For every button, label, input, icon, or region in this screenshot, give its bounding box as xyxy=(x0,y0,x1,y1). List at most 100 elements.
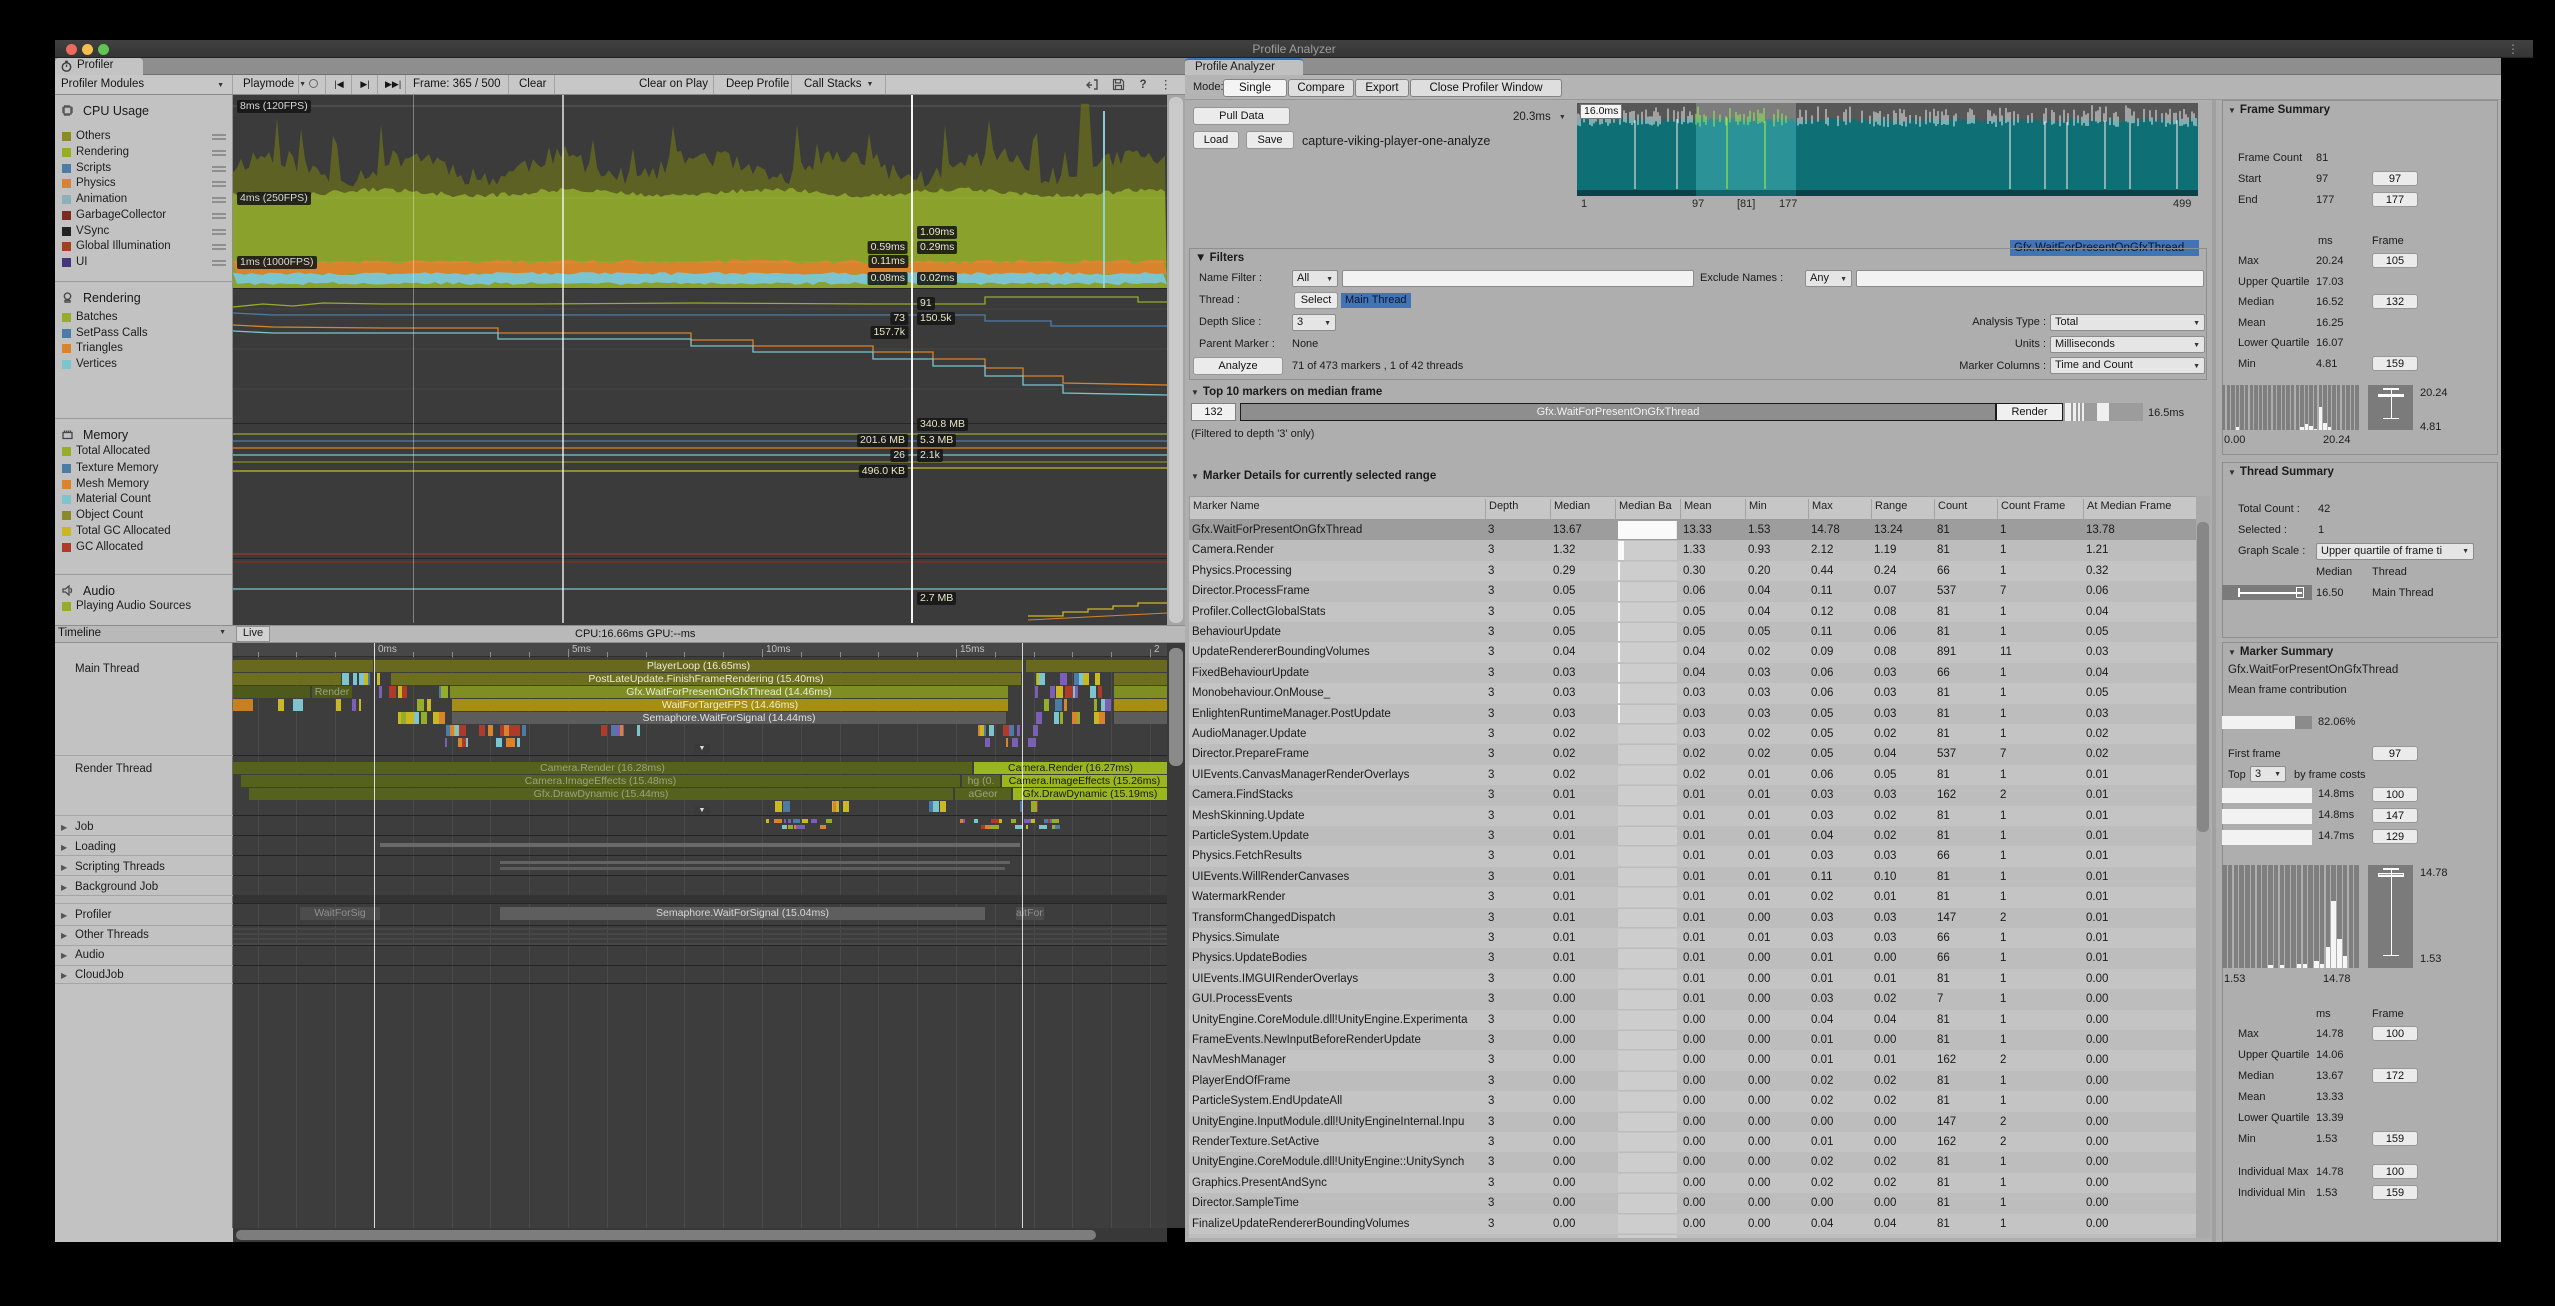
table-row[interactable]: FixedBehaviourUpdate30.030.040.030.060.0… xyxy=(1189,663,2205,683)
timeline-sliver[interactable] xyxy=(775,801,779,812)
timeline-sliver[interactable] xyxy=(522,725,526,736)
timeline-sliver[interactable] xyxy=(1024,819,1030,823)
timeline-sliver[interactable] xyxy=(843,801,849,812)
timeline-hscrollbar-thumb[interactable] xyxy=(236,1230,1096,1240)
table-row[interactable]: EnlightenRuntimeManager.PostUpdate30.030… xyxy=(1189,704,2205,724)
timeline-sliver[interactable] xyxy=(421,712,427,724)
table-row[interactable]: NavMeshManager30.000.000.000.010.0116220… xyxy=(1189,1050,2205,1070)
timeline-sliver[interactable] xyxy=(783,801,791,812)
marker-summary-header[interactable]: ▼Marker Summary xyxy=(2228,646,2333,658)
window-menu-kebab-icon[interactable]: ⋮ xyxy=(2507,42,2519,56)
timeline-hscrollbar[interactable] xyxy=(233,1228,1167,1242)
frame-info-frame-button[interactable]: 177 xyxy=(2372,192,2418,207)
clear-on-play-button[interactable]: Clear on Play xyxy=(633,75,714,94)
timeline-sliver[interactable] xyxy=(450,725,454,736)
marker-stat-frame-button[interactable]: 159 xyxy=(2372,1131,2418,1146)
timeline-bar[interactable]: aitForSi xyxy=(1016,907,1044,920)
table-row[interactable]: UnityEngine.CoreModule.dll!UnityEngine::… xyxy=(1189,1152,2205,1172)
table-row[interactable]: RenderTexture.SetActive30.000.000.000.01… xyxy=(1189,1132,2205,1152)
module-header-audio[interactable]: Audio xyxy=(59,583,229,600)
table-row[interactable]: Physics.UpdateBodies30.010.010.000.010.0… xyxy=(1189,948,2205,968)
analysis-type-dropdown[interactable]: Total▼ xyxy=(2050,314,2205,331)
timeline-sliver[interactable] xyxy=(479,725,485,736)
marker-table[interactable]: Gfx.WaitForPresentOnGfxThread313.6713.33… xyxy=(1189,520,2205,1238)
column-header-marker-name[interactable]: Marker Name xyxy=(1193,500,1483,512)
collapse-expander[interactable]: ▼ xyxy=(694,744,710,754)
name-filter-mode-dropdown[interactable]: All▼ xyxy=(1292,270,1338,287)
tab-profile-analyzer[interactable]: Profile Analyzer xyxy=(1185,58,1303,75)
timeline-sliver[interactable] xyxy=(991,819,999,823)
legend-item-vsync[interactable]: VSync xyxy=(55,224,233,239)
view-mode-dropdown[interactable]: Timeline ▼ xyxy=(58,627,230,639)
mode-export-button[interactable]: Export xyxy=(1355,79,1409,97)
timeline-bar[interactable]: WaitForSig xyxy=(300,907,380,920)
sidebar-thread-background-job[interactable]: ▶Background Job xyxy=(55,880,233,896)
timeline-sliver[interactable] xyxy=(1075,686,1078,698)
timeline-sliver[interactable] xyxy=(1050,686,1055,698)
timeline-sliver[interactable] xyxy=(989,725,995,736)
timeline-sliver[interactable] xyxy=(766,819,769,823)
table-row[interactable]: Camera.FindStacks30.010.010.010.030.0316… xyxy=(1189,785,2205,805)
column-header-at-median-frame[interactable]: At Median Frame xyxy=(2087,500,2200,512)
top10-header[interactable]: ▼Top 10 markers on median frame xyxy=(1191,386,1382,398)
load-button[interactable]: Load xyxy=(1193,131,1239,149)
call-stacks-dropdown[interactable]: Call Stacks▼ xyxy=(798,75,886,94)
table-row[interactable]: Gfx.WaitForPresentOnGfxThread313.6713.33… xyxy=(1189,520,2205,540)
table-row[interactable]: Graphics.PresentAndSync30.000.000.000.02… xyxy=(1189,1173,2205,1193)
timeline-sliver[interactable] xyxy=(1035,686,1038,698)
table-row[interactable]: Director.ProcessFrame30.050.060.040.110.… xyxy=(1189,581,2205,601)
column-header-median-ba[interactable]: Median Ba xyxy=(1619,500,1678,512)
timeline-sliver[interactable] xyxy=(389,686,396,698)
thread-filter-chip[interactable]: Main Thread xyxy=(1341,293,1411,308)
table-row[interactable]: Director.PrepareFrame30.020.020.020.050.… xyxy=(1189,744,2205,764)
table-row[interactable]: BehaviourUpdate30.050.050.050.110.068110… xyxy=(1189,622,2205,642)
timeline-bar[interactable]: PlayerLoop (16.65ms) xyxy=(375,660,1022,672)
column-header-max[interactable]: Max xyxy=(1812,500,1869,512)
timeline-sliver[interactable] xyxy=(414,712,419,724)
marker-stat-frame-button[interactable]: 159 xyxy=(2372,1185,2418,1200)
timeline-sliver[interactable] xyxy=(1031,801,1037,812)
timeline-scrollbar[interactable] xyxy=(1167,643,1185,1228)
legend-item-gc-allocated[interactable]: GC Allocated xyxy=(55,540,233,555)
timeline-sliver[interactable] xyxy=(833,801,836,812)
timeline-sliver[interactable] xyxy=(974,819,977,823)
timeline-sliver[interactable] xyxy=(1069,686,1073,698)
timeline-sliver[interactable] xyxy=(462,738,466,747)
timeline-sliver[interactable] xyxy=(1044,699,1049,711)
timeline-sliver[interactable] xyxy=(514,725,519,736)
timeline-sliver[interactable] xyxy=(1060,712,1064,724)
table-row[interactable]: Monobehaviour.OnMouse_30.030.030.030.060… xyxy=(1189,683,2205,703)
timeline-sliver[interactable] xyxy=(1003,725,1010,736)
timeline-bar[interactable] xyxy=(1026,660,1167,672)
timeline-sliver[interactable] xyxy=(1094,699,1096,711)
timeline-sliver[interactable] xyxy=(978,725,980,736)
timeline-sliver[interactable] xyxy=(506,738,513,747)
timeline-bar[interactable]: Camera.ImageEffects (15.26ms) xyxy=(1002,775,1167,787)
sidebar-thread-profiler[interactable]: ▶Profiler xyxy=(55,908,233,924)
timeline-bar[interactable] xyxy=(500,861,1010,864)
table-row[interactable]: PlayerEndOfFrame30.000.000.000.020.02811… xyxy=(1189,1071,2205,1091)
legend-item-rendering[interactable]: Rendering xyxy=(55,145,233,160)
timeline-sliver[interactable] xyxy=(788,825,793,829)
timeline-sliver[interactable] xyxy=(1098,686,1103,698)
depth-slice-dropdown[interactable]: 3▼ xyxy=(1292,314,1336,331)
table-row[interactable]: Physics.Simulate30.010.010.010.030.03661… xyxy=(1189,928,2205,948)
timeline-sliver[interactable] xyxy=(353,673,357,685)
timeline-sliver[interactable] xyxy=(1012,738,1019,747)
timeline-sliver[interactable] xyxy=(445,738,447,747)
table-row[interactable]: GUI.ProcessEvents30.000.010.000.030.0271… xyxy=(1189,989,2205,1009)
timeline-sliver[interactable] xyxy=(1038,712,1042,724)
timeline-bar[interactable]: Gfx.WaitForPresentOnGfxThread (14.46ms) xyxy=(450,686,1008,698)
next-frame-button[interactable]: ▶| xyxy=(353,75,378,94)
timeline-sliver[interactable] xyxy=(826,819,831,823)
marker-stat-frame-button[interactable]: 100 xyxy=(2372,1026,2418,1041)
marker-stat-frame-button[interactable]: 172 xyxy=(2372,1068,2418,1083)
timeline-sliver[interactable] xyxy=(797,825,805,829)
timeline-sliver[interactable] xyxy=(1064,699,1067,711)
timeline-sliver[interactable] xyxy=(1101,699,1105,711)
exclude-names-input[interactable] xyxy=(1856,270,2204,287)
timeline-sliver[interactable] xyxy=(933,801,939,812)
timeline-sliver[interactable] xyxy=(379,686,383,698)
timeline-bar[interactable] xyxy=(1114,712,1167,724)
table-row[interactable]: ParticleSystem.EndUpdateAll30.000.000.00… xyxy=(1189,1091,2205,1111)
